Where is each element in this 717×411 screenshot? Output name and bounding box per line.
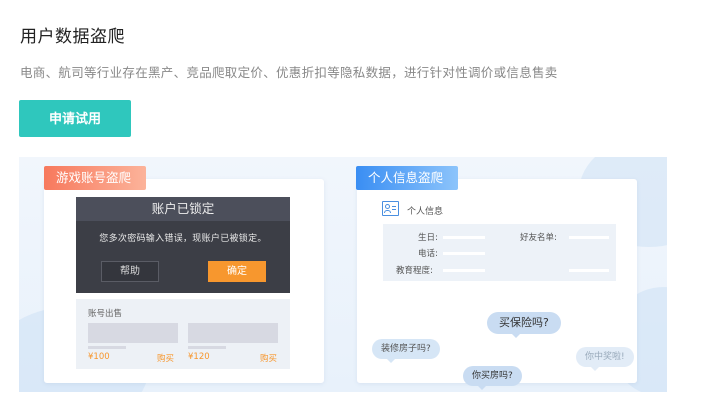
- birthday-label: 生日:: [418, 233, 438, 243]
- section-description: 电商、航司等行业存在黑产、竞品爬取定价、优惠折扣等隐私数据，进行针对性调价或信息…: [20, 65, 558, 80]
- account-locked-dialog: 账户已锁定 您多次密码输入错误，现账户已被锁定。 帮助 确定: [76, 197, 290, 293]
- buy-link[interactable]: 购买: [157, 352, 174, 364]
- listing-thumbnail[interactable]: [188, 323, 278, 343]
- personal-info-card: 个人信息 生日: 好友名单: 电话: 教育程度: 买保险吗? 装修房子吗? 你中…: [357, 179, 637, 390]
- buy-link[interactable]: 购买: [260, 352, 277, 364]
- section-title: 用户数据盗爬: [20, 27, 125, 47]
- renovation-bubble: 装修房子吗?: [372, 339, 440, 363]
- listing-subline: [188, 346, 226, 349]
- listing-price: ¥120: [188, 352, 210, 362]
- education-label: 教育程度:: [396, 266, 433, 276]
- value-line: [443, 252, 485, 255]
- id-card-icon: [382, 201, 399, 216]
- listing-subline: [88, 346, 126, 349]
- value-line: [569, 269, 609, 272]
- personal-info-panel: 生日: 好友名单: 电话: 教育程度:: [383, 224, 616, 281]
- apply-trial-button[interactable]: 申请试用: [19, 100, 131, 137]
- dialog-message: 您多次密码输入错误，现账户已被锁定。: [99, 234, 267, 244]
- illustration: 游戏账号盗爬 账户已锁定 您多次密码输入错误，现账户已被锁定。 帮助 确定 账号…: [19, 157, 667, 392]
- value-line: [443, 236, 485, 239]
- phone-label: 电话:: [418, 249, 438, 259]
- account-sale-panel: 账号出售 ¥100 购买 ¥120 购买: [76, 299, 290, 369]
- value-line: [569, 236, 609, 239]
- personal-info-header: 个人信息: [407, 207, 444, 217]
- dialog-title: 账户已锁定: [76, 197, 290, 221]
- help-button[interactable]: 帮助: [101, 261, 159, 282]
- listing-thumbnail[interactable]: [88, 323, 178, 343]
- lottery-bubble: 你中奖啦!: [576, 347, 634, 371]
- sale-title: 账号出售: [88, 309, 123, 319]
- personal-info-tag: 个人信息盗爬: [356, 166, 458, 190]
- friends-label: 好友名单:: [520, 233, 557, 243]
- value-line: [443, 269, 485, 272]
- buy-house-bubble: 你买房吗?: [463, 366, 522, 390]
- listing-price: ¥100: [88, 352, 110, 362]
- insurance-bubble: 买保险吗?: [487, 312, 561, 338]
- game-account-tag: 游戏账号盗爬: [44, 166, 146, 190]
- confirm-button[interactable]: 确定: [208, 261, 266, 282]
